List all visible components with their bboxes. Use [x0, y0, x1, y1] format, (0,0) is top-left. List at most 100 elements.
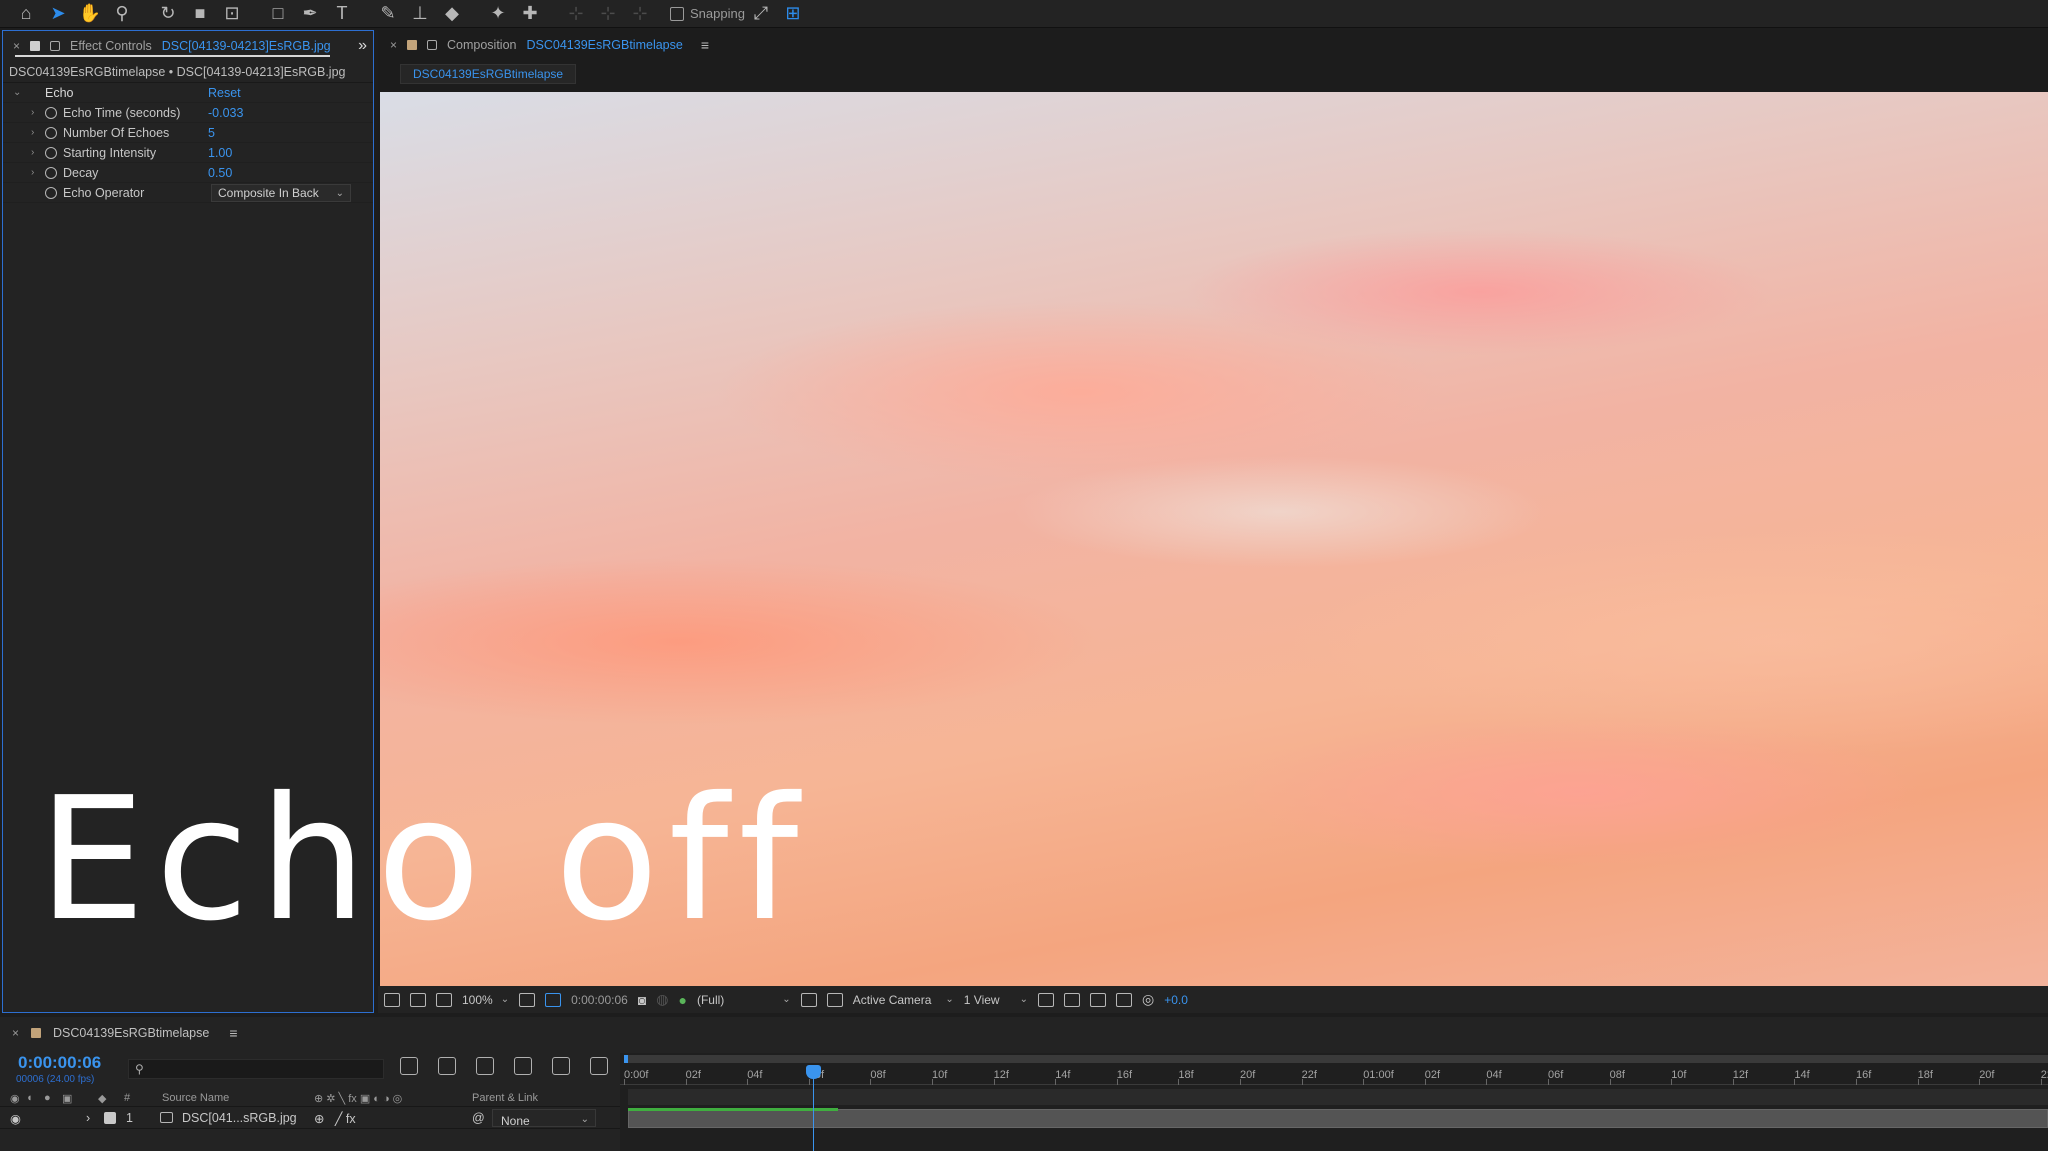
current-time[interactable]: 0:00:00:06: [18, 1053, 101, 1073]
show-snapshot-icon[interactable]: ◍: [656, 991, 668, 1008]
stopwatch-icon[interactable]: [45, 126, 57, 139]
current-time-display[interactable]: 0:00:00:06: [571, 993, 628, 1007]
safe-margins-icon[interactable]: [519, 992, 536, 1007]
motion-blur-icon[interactable]: [552, 1057, 570, 1075]
selection-tool-icon[interactable]: ➤: [42, 0, 74, 28]
layer-search-input[interactable]: ⚲: [128, 1059, 384, 1079]
layer-switches-icon[interactable]: ⊕ ╱ fx: [314, 1111, 356, 1126]
echo-operator-dropdown[interactable]: Composite In Back ⌄: [211, 184, 351, 202]
pen-tool-icon[interactable]: ✒: [294, 0, 326, 28]
property-value[interactable]: 5: [208, 126, 215, 140]
stopwatch-icon[interactable]: [45, 166, 57, 179]
zoom-tool-icon[interactable]: ⚲: [106, 0, 138, 28]
label-tag-icon[interactable]: ◆: [98, 1092, 106, 1105]
transparency-grid-icon[interactable]: [826, 992, 843, 1007]
stopwatch-icon[interactable]: [45, 186, 57, 199]
resolution-dropdown[interactable]: (Full) ⌄: [697, 993, 791, 1007]
stopwatch-icon[interactable]: [45, 146, 57, 159]
switches-icon[interactable]: ⊕ ✲ ╲ fx ▣ ◐ ◑ ◎: [314, 1092, 402, 1105]
property-starting-intensity[interactable]: › Starting Intensity 1.00: [3, 143, 373, 163]
camera-dropdown[interactable]: Active Camera ⌄: [853, 993, 954, 1007]
composition-tab[interactable]: × Composition DSC04139EsRGBtimelapse ≡: [378, 30, 2048, 60]
puppet-pin-tool-icon[interactable]: ✚: [514, 0, 546, 28]
close-icon[interactable]: ×: [12, 1026, 19, 1040]
column-source-name[interactable]: Source Name: [162, 1092, 229, 1104]
audio-icon[interactable]: ◖: [26, 1092, 33, 1104]
echo-effect-header[interactable]: ⌄ Echo Reset: [3, 83, 373, 103]
graph-editor-icon[interactable]: [590, 1057, 608, 1075]
view-layout-dropdown[interactable]: 1 View ⌄: [964, 993, 1028, 1007]
snapping-checkbox[interactable]: [670, 6, 684, 21]
chevron-down-icon[interactable]: ⌄: [13, 87, 21, 98]
hamburger-menu-icon[interactable]: ≡: [701, 37, 709, 53]
composition-subtab[interactable]: DSC04139EsRGBtimelapse: [400, 64, 577, 84]
eraser-tool-icon[interactable]: ◆: [436, 0, 468, 28]
home-icon[interactable]: ⌂: [10, 0, 42, 28]
property-value[interactable]: 1.00: [208, 146, 232, 160]
chevron-double-right-icon[interactable]: »: [358, 37, 367, 55]
property-value[interactable]: -0.033: [208, 106, 243, 120]
shy-layers-icon[interactable]: [476, 1057, 494, 1075]
property-echo-time[interactable]: › Echo Time (seconds) -0.033: [3, 103, 373, 123]
chevron-right-icon[interactable]: ›: [31, 107, 34, 118]
timeline-track-area[interactable]: 0:00f 02f 04f 06f 08f 10f 12f 14f 16f 18f 20f 22f 01…: [620, 1053, 2048, 1151]
property-decay[interactable]: › Decay 0.50: [3, 163, 373, 183]
brush-tool-icon[interactable]: ✎: [372, 0, 404, 28]
camera-tool-icon[interactable]: ■: [184, 0, 216, 28]
monitor-icon[interactable]: [410, 992, 426, 1007]
hand-tool-icon[interactable]: ✋: [74, 0, 106, 28]
timeline-tab[interactable]: × DSC04139EsRGBtimelapse ≡: [0, 1017, 2048, 1049]
snapshot-camera-icon[interactable]: ◙: [638, 992, 646, 1008]
pick-whip-icon[interactable]: @: [472, 1111, 485, 1125]
effect-controls-tab-file[interactable]: DSC[04139-04213]EsRGB.jpg: [162, 39, 331, 53]
clone-stamp-tool-icon[interactable]: ⊥: [404, 0, 436, 28]
chevron-right-icon[interactable]: ›: [31, 167, 34, 178]
close-icon[interactable]: ×: [13, 39, 20, 53]
region-of-interest-icon[interactable]: [800, 992, 817, 1007]
layer-name[interactable]: DSC[041...sRGB.jpg: [182, 1111, 297, 1125]
rectangle-tool-icon[interactable]: □: [262, 0, 294, 28]
pan-behind-tool-icon[interactable]: ⊡: [216, 0, 248, 28]
fast-previews-icon[interactable]: [1063, 992, 1080, 1007]
lock-icon[interactable]: [50, 41, 61, 51]
label-color-swatch[interactable]: [104, 1112, 116, 1124]
column-parent-link[interactable]: Parent & Link: [472, 1092, 538, 1104]
reset-button[interactable]: Reset: [208, 86, 241, 100]
rotation-tool-icon[interactable]: ↻: [152, 0, 184, 28]
current-time-indicator-head[interactable]: [806, 1065, 821, 1079]
lock-icon[interactable]: ▣: [62, 1092, 72, 1105]
axis-local-icon[interactable]: ⊹: [560, 0, 592, 28]
type-tool-icon[interactable]: T: [326, 0, 358, 28]
axis-view-icon[interactable]: ⊹: [624, 0, 656, 28]
stopwatch-icon[interactable]: [45, 106, 57, 119]
channel-icon[interactable]: ●: [679, 992, 687, 1008]
parent-dropdown[interactable]: None ⌄: [492, 1109, 596, 1128]
timeline-icon[interactable]: [1089, 992, 1106, 1007]
snap-grid-icon[interactable]: ⊞: [777, 0, 809, 28]
eye-icon[interactable]: ◉: [10, 1111, 21, 1126]
hamburger-menu-icon[interactable]: ≡: [229, 1025, 237, 1041]
draft-3d-icon[interactable]: [438, 1057, 456, 1075]
layer-duration-bar[interactable]: [628, 1109, 2048, 1128]
reset-exposure-icon[interactable]: ◎: [1142, 991, 1154, 1008]
pixel-aspect-icon[interactable]: [1037, 992, 1054, 1007]
always-preview-icon[interactable]: [384, 992, 400, 1007]
snapping-toggle[interactable]: Snapping: [670, 6, 745, 21]
chevron-right-icon[interactable]: ›: [86, 1111, 90, 1125]
property-echo-operator[interactable]: Echo Operator Composite In Back ⌄: [3, 183, 373, 203]
chevron-right-icon[interactable]: ›: [31, 127, 34, 138]
mask-visibility-icon[interactable]: [545, 992, 562, 1007]
time-ruler[interactable]: 0:00f 02f 04f 06f 08f 10f 12f 14f 16f 18f 20f 22f 01…: [620, 1065, 2048, 1085]
eye-icon[interactable]: ◉: [10, 1092, 20, 1105]
composition-tab-name[interactable]: DSC04139EsRGBtimelapse: [527, 38, 683, 52]
close-icon[interactable]: ×: [390, 38, 397, 52]
flowchart-icon[interactable]: [1115, 992, 1132, 1007]
chevron-right-icon[interactable]: ›: [31, 147, 34, 158]
solo-icon[interactable]: ●: [44, 1092, 51, 1104]
roto-brush-tool-icon[interactable]: ✦: [482, 0, 514, 28]
exposure-value[interactable]: +0.0: [1164, 993, 1188, 1007]
composition-mini-flowchart-icon[interactable]: [400, 1057, 418, 1075]
lock-icon[interactable]: [427, 40, 438, 50]
layer-row[interactable]: ◉ › 1 DSC[041...sRGB.jpg ⊕ ╱ fx @ None ⌄: [0, 1107, 620, 1129]
property-value[interactable]: 0.50: [208, 166, 232, 180]
